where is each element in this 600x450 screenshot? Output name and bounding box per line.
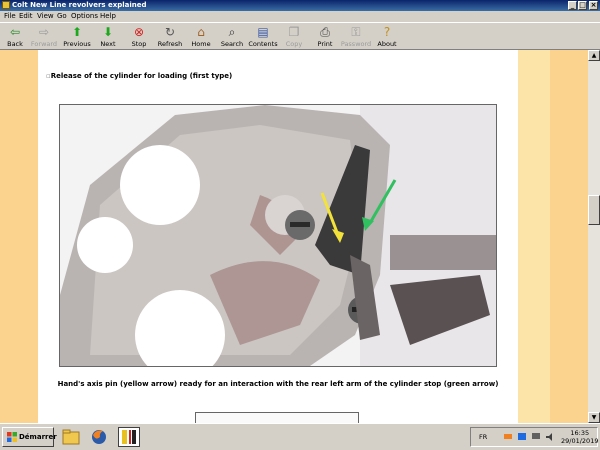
photo-caption: Hand's axis pin (yellow arrow) ready for… bbox=[57, 380, 499, 388]
minimize-button[interactable]: _ bbox=[568, 1, 577, 10]
question-icon: ? bbox=[383, 25, 391, 39]
language-indicator[interactable]: FR bbox=[479, 433, 487, 441]
menu-bar: File Edit View Go Options Help bbox=[0, 11, 600, 22]
close-button[interactable]: × bbox=[589, 1, 598, 10]
clock-time: 16:35 bbox=[570, 429, 590, 437]
app-window-icon bbox=[122, 430, 136, 444]
back-arrow-icon: ⇦ bbox=[9, 25, 21, 39]
copy-icon: ❐ bbox=[288, 25, 300, 39]
vertical-scrollbar[interactable]: ▲ ▼ bbox=[588, 50, 600, 423]
system-tray: FR 16:35 29/01/2019 bbox=[470, 427, 598, 447]
app-icon bbox=[2, 1, 10, 9]
right-decor-band bbox=[518, 50, 550, 423]
scroll-thumb[interactable] bbox=[588, 195, 600, 225]
clock-date: 29/01/2019 bbox=[561, 437, 599, 445]
section-heading-text: Release of the cylinder for loading (fir… bbox=[50, 72, 233, 80]
firefox-icon[interactable] bbox=[88, 427, 110, 447]
maximize-button[interactable]: □ bbox=[578, 1, 587, 10]
folder-icon[interactable] bbox=[60, 427, 82, 447]
next-photo-preview bbox=[195, 412, 359, 423]
taskbar-app-button[interactable] bbox=[118, 427, 140, 447]
down-arrow-icon: ⬇ bbox=[102, 25, 114, 39]
section-heading: ▫Release of the cylinder for loading (fi… bbox=[46, 72, 232, 80]
home-icon: ⌂ bbox=[197, 25, 205, 39]
network-icon[interactable] bbox=[503, 432, 513, 442]
contents-icon: ▤ bbox=[257, 25, 269, 39]
forward-arrow-icon: ⇨ bbox=[38, 25, 50, 39]
search-icon: ⌕ bbox=[228, 25, 236, 39]
start-label: Démarrer bbox=[19, 433, 57, 441]
menu-file[interactable]: File bbox=[4, 12, 16, 21]
start-button[interactable]: Démarrer bbox=[2, 427, 57, 447]
flag-icon[interactable] bbox=[517, 432, 527, 442]
revolver-photo-illustration bbox=[60, 105, 496, 366]
title-bar: Colt New Line revolvers explained _ □ × bbox=[0, 0, 600, 11]
forward-button[interactable]: ⇨ Forward bbox=[29, 25, 59, 49]
refresh-icon: ↻ bbox=[164, 25, 176, 39]
taskbar: Démarrer FR 16:35 29/01/2019 bbox=[0, 423, 600, 450]
monitor-icon[interactable] bbox=[531, 432, 541, 442]
up-arrow-icon: ⬆ bbox=[71, 25, 83, 39]
window-title: Colt New Line revolvers explained bbox=[12, 1, 147, 9]
toolbar: ⇦ Back ⇨ Forward ⬆ Previous ⬇ Next ⊗ Sto… bbox=[0, 22, 600, 50]
printer-icon: ⎙ bbox=[320, 25, 330, 39]
volume-icon[interactable] bbox=[545, 432, 555, 442]
menu-help[interactable]: Help bbox=[100, 12, 116, 21]
menu-view[interactable]: View bbox=[37, 12, 54, 21]
windows-logo-icon bbox=[7, 432, 17, 442]
stop-icon: ⊗ bbox=[133, 25, 145, 39]
menu-edit[interactable]: Edit bbox=[19, 12, 33, 21]
page-body: ▫Release of the cylinder for loading (fi… bbox=[38, 50, 518, 423]
menu-go[interactable]: Go bbox=[57, 12, 67, 21]
key-icon: ⚿ bbox=[351, 25, 361, 39]
clock[interactable]: 16:35 29/01/2019 bbox=[561, 429, 598, 445]
right-decor-band-outer bbox=[550, 50, 588, 423]
left-decor-band bbox=[0, 50, 38, 423]
revolver-photo bbox=[59, 104, 497, 367]
about-button[interactable]: ? About bbox=[372, 25, 402, 49]
content-area: ▫Release of the cylinder for loading (fi… bbox=[0, 50, 588, 423]
scroll-up-button[interactable]: ▲ bbox=[588, 50, 600, 61]
menu-options[interactable]: Options bbox=[71, 12, 98, 21]
scroll-down-button[interactable]: ▼ bbox=[588, 412, 600, 423]
